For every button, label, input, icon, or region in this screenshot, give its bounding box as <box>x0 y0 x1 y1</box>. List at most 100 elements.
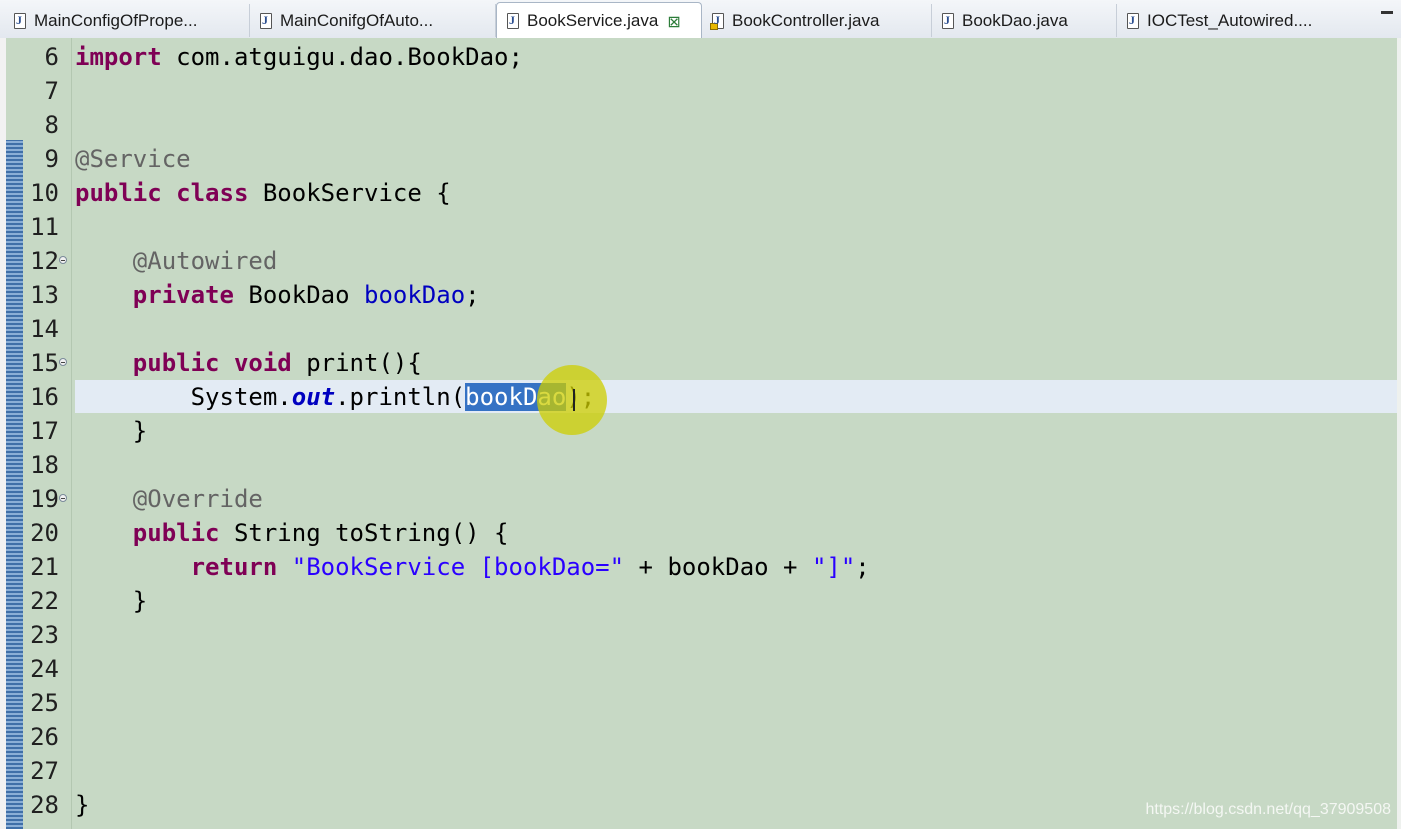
line-number: 9 <box>44 145 59 173</box>
code-text[interactable]: } <box>75 788 89 822</box>
keyword: public <box>75 179 162 207</box>
code-line: 26 <box>0 720 1397 754</box>
tab-book-controller[interactable]: BookController.java <box>702 4 932 37</box>
code-line: 18 <box>0 448 1397 482</box>
code-line: 17 } <box>0 414 1397 448</box>
text-cursor-icon <box>573 389 579 411</box>
line-number: 26 <box>30 723 59 751</box>
code-text[interactable]: private BookDao bookDao; <box>75 278 480 312</box>
code-line: 20 public String toString() { <box>0 516 1397 550</box>
close-icon[interactable]: ⊠ <box>667 12 680 31</box>
code-line: 14 <box>0 312 1397 346</box>
line-number: 23 <box>30 621 59 649</box>
line-number: 20 <box>30 519 59 547</box>
code-line: 15 public void print(){ <box>0 346 1397 380</box>
code-text[interactable]: System.out.println(bookDao); <box>75 380 595 414</box>
code-line: 11 <box>0 210 1397 244</box>
line-number: 14 <box>30 315 59 343</box>
line-number: 7 <box>44 77 59 105</box>
tab-label: BookService.java <box>527 11 659 30</box>
minimize-icon[interactable] <box>1381 11 1393 14</box>
line-number: 17 <box>30 417 59 445</box>
java-file-icon <box>14 12 26 29</box>
keyword: public <box>132 519 220 547</box>
code-text[interactable]: @Autowired <box>75 244 278 278</box>
tab-main-conifg-of-auto[interactable]: MainConifgOfAuto... <box>250 4 496 37</box>
code-line: 23 <box>0 618 1397 652</box>
line-number: 22 <box>30 587 59 615</box>
code-token: BookService { <box>248 179 451 207</box>
editor-tab-bar: MainConfigOfPrope... MainConifgOfAuto...… <box>0 0 1401 39</box>
code-text[interactable]: public String toString() { <box>75 516 509 550</box>
tab-label: IOCTest_Autowired.... <box>1147 10 1313 30</box>
string-literal: "]" <box>811 553 856 581</box>
line-number: 28 <box>30 791 59 819</box>
code-token: } <box>75 791 90 819</box>
code-token: + bookDao + <box>624 553 812 581</box>
tab-book-service[interactable]: BookService.java ⊠ <box>496 2 702 39</box>
line-number: 8 <box>44 111 59 139</box>
code-line: 8 <box>0 108 1397 142</box>
keyword: void <box>233 349 292 377</box>
code-editor[interactable]: 6 import com.atguigu.dao.BookDao; 7 8 9 … <box>0 38 1401 829</box>
code-token: String toString() { <box>219 519 509 547</box>
code-token: .println( <box>335 383 466 411</box>
line-number: 16 <box>30 383 59 411</box>
tab-label: BookDao.java <box>962 10 1068 30</box>
code-text[interactable]: public void print(){ <box>75 346 422 380</box>
code-token: } <box>132 417 148 445</box>
keyword: public <box>132 349 220 377</box>
fold-toggle-icon[interactable] <box>59 256 67 264</box>
tab-label: BookController.java <box>732 10 880 30</box>
code-token: ; <box>855 553 870 581</box>
code-text[interactable]: } <box>75 584 147 618</box>
code-line: 19 @Override <box>0 482 1397 516</box>
code-token: com.atguigu.dao.BookDao; <box>161 43 523 71</box>
fold-toggle-icon[interactable] <box>59 494 67 502</box>
annotation: @Autowired <box>132 247 278 275</box>
code-token: } <box>132 587 148 615</box>
code-text[interactable]: } <box>75 414 147 448</box>
line-number: 12 <box>30 247 59 275</box>
keyword: import <box>75 43 162 71</box>
tab-label: MainConifgOfAuto... <box>280 10 434 30</box>
code-token: BookDao <box>233 281 364 309</box>
code-text[interactable]: public class BookService { <box>75 176 451 210</box>
annotation: @Service <box>75 145 191 173</box>
line-number: 13 <box>30 281 59 309</box>
line-number: 29 <box>23 822 59 829</box>
field-name: bookDao <box>364 281 466 309</box>
tab-book-dao[interactable]: BookDao.java <box>932 4 1117 37</box>
code-line: 6 import com.atguigu.dao.BookDao; <box>0 40 1397 74</box>
java-file-icon <box>942 12 954 29</box>
code-line: 25 <box>0 686 1397 720</box>
tab-main-config-of-prope[interactable]: MainConfigOfPrope... <box>4 4 250 37</box>
code-text[interactable]: import com.atguigu.dao.BookDao; <box>75 40 523 74</box>
code-text[interactable]: @Service <box>75 142 191 176</box>
code-line: 22 } <box>0 584 1397 618</box>
line-number: 24 <box>30 655 59 683</box>
code-line: 21 return "BookService [bookDao=" + book… <box>0 550 1397 584</box>
keyword: class <box>176 179 249 207</box>
fold-toggle-icon[interactable] <box>59 358 67 366</box>
java-file-icon <box>507 13 519 29</box>
code-line: 27 <box>0 754 1397 788</box>
line-number: 6 <box>44 43 59 71</box>
keyword: private <box>132 281 234 309</box>
code-text[interactable]: return "BookService [bookDao=" + bookDao… <box>75 550 870 584</box>
overview-ruler <box>1397 38 1401 829</box>
line-number: 27 <box>30 757 59 785</box>
static-field: out <box>291 383 336 411</box>
code-text[interactable]: @Override <box>75 482 263 516</box>
mouse-cursor-highlight <box>537 365 607 435</box>
code-line: 12 @Autowired <box>0 244 1397 278</box>
code-token: print(){ <box>291 349 422 377</box>
line-number: 19 <box>30 485 59 513</box>
code-line: 24 <box>0 652 1397 686</box>
line-number: 21 <box>30 553 59 581</box>
tab-ioc-test-autowired[interactable]: IOCTest_Autowired.... <box>1117 4 1357 37</box>
code-line: 13 private BookDao bookDao; <box>0 278 1397 312</box>
current-code-line: 16 System.out.println(bookDao); <box>0 380 1397 414</box>
code-line: 9 @Service <box>0 142 1397 176</box>
string-literal: "BookService [bookDao=" <box>291 553 625 581</box>
